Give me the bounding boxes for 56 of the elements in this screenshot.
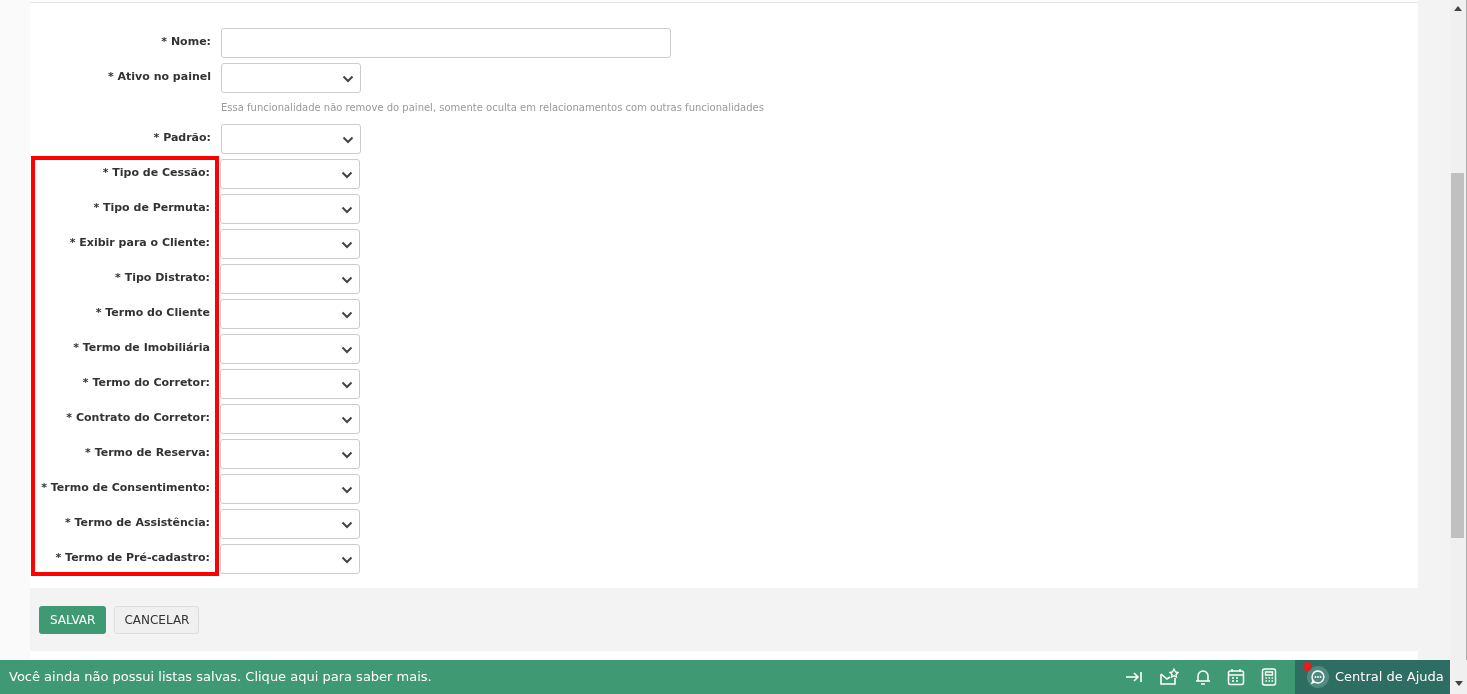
chevron-down-icon [341, 485, 353, 494]
select-field[interactable] [221, 123, 361, 154]
help-center-button[interactable]: Central de Ajuda [1295, 660, 1450, 694]
chevron-down-icon [341, 555, 353, 564]
name-input[interactable] [221, 27, 671, 58]
select-field[interactable] [220, 368, 360, 399]
calendar-icon[interactable] [1227, 668, 1245, 686]
cancel-button[interactable]: CANCELAR [114, 605, 200, 634]
select-field[interactable] [220, 403, 360, 434]
field-label: * Tipo Distrato: [115, 270, 210, 287]
help-text: Essa funcionalidade não remove do painel, somente oculta em relacionamentos com outras funcionalidades [221, 102, 764, 113]
calculator-icon[interactable] [1261, 668, 1277, 686]
select-field[interactable] [220, 543, 360, 574]
field-label: * Exibir para o Cliente: [69, 235, 210, 252]
select-field[interactable] [220, 298, 360, 329]
select-field[interactable] [220, 508, 360, 539]
field-label: * Termo de Reserva: [85, 445, 210, 462]
select-field[interactable] [220, 438, 360, 469]
field-label: * Tipo de Cessão: [102, 165, 210, 182]
field-label: * Tipo de Permuta: [93, 200, 210, 217]
chat-bubble-icon [1310, 669, 1326, 685]
mail-star-icon[interactable] [1159, 668, 1179, 686]
chevron-down-icon [341, 450, 353, 459]
chevron-down-icon [342, 135, 354, 144]
select-field[interactable] [220, 263, 360, 294]
scroll-down-arrow-icon [1454, 681, 1463, 686]
field-label: * Termo de Assistência: [64, 515, 210, 532]
chevron-down-icon [341, 170, 353, 179]
field-label: * Termo do Corretor: [82, 375, 210, 392]
field-label: * Ativo no painel [107, 69, 211, 86]
field-label: * Termo de Imobiliária [73, 340, 210, 357]
chevron-down-icon [341, 205, 353, 214]
select-field[interactable] [221, 62, 361, 93]
field-label: * Termo de Consentimento: [41, 480, 210, 497]
select-field[interactable] [220, 228, 360, 259]
field-label: * Termo do Cliente [95, 305, 210, 322]
field-label: * Padrão: [153, 130, 211, 147]
select-field[interactable] [220, 473, 360, 504]
chevron-down-icon [341, 415, 353, 424]
field-label: * Termo de Pré-cadastro: [55, 550, 210, 567]
select-field[interactable] [220, 158, 360, 189]
chevron-down-icon [341, 310, 353, 319]
bell-icon[interactable] [1195, 668, 1211, 686]
chevron-down-icon [342, 74, 354, 83]
chevron-down-icon [341, 275, 353, 284]
chevron-down-icon [341, 240, 353, 249]
field-label: * Contrato do Corretor: [66, 410, 210, 427]
select-field[interactable] [220, 193, 360, 224]
saved-lists-message[interactable]: Você ainda não possui listas salvas. Clique aqui para saber mais. [0, 667, 1125, 687]
save-button[interactable]: SALVAR [39, 605, 107, 634]
chevron-down-icon [341, 380, 353, 389]
field-label: * Nome: [161, 34, 211, 51]
chevron-down-icon [341, 345, 353, 354]
select-field[interactable] [220, 333, 360, 364]
chevron-down-icon [341, 520, 353, 529]
collapse-arrow-icon[interactable] [1125, 670, 1143, 684]
